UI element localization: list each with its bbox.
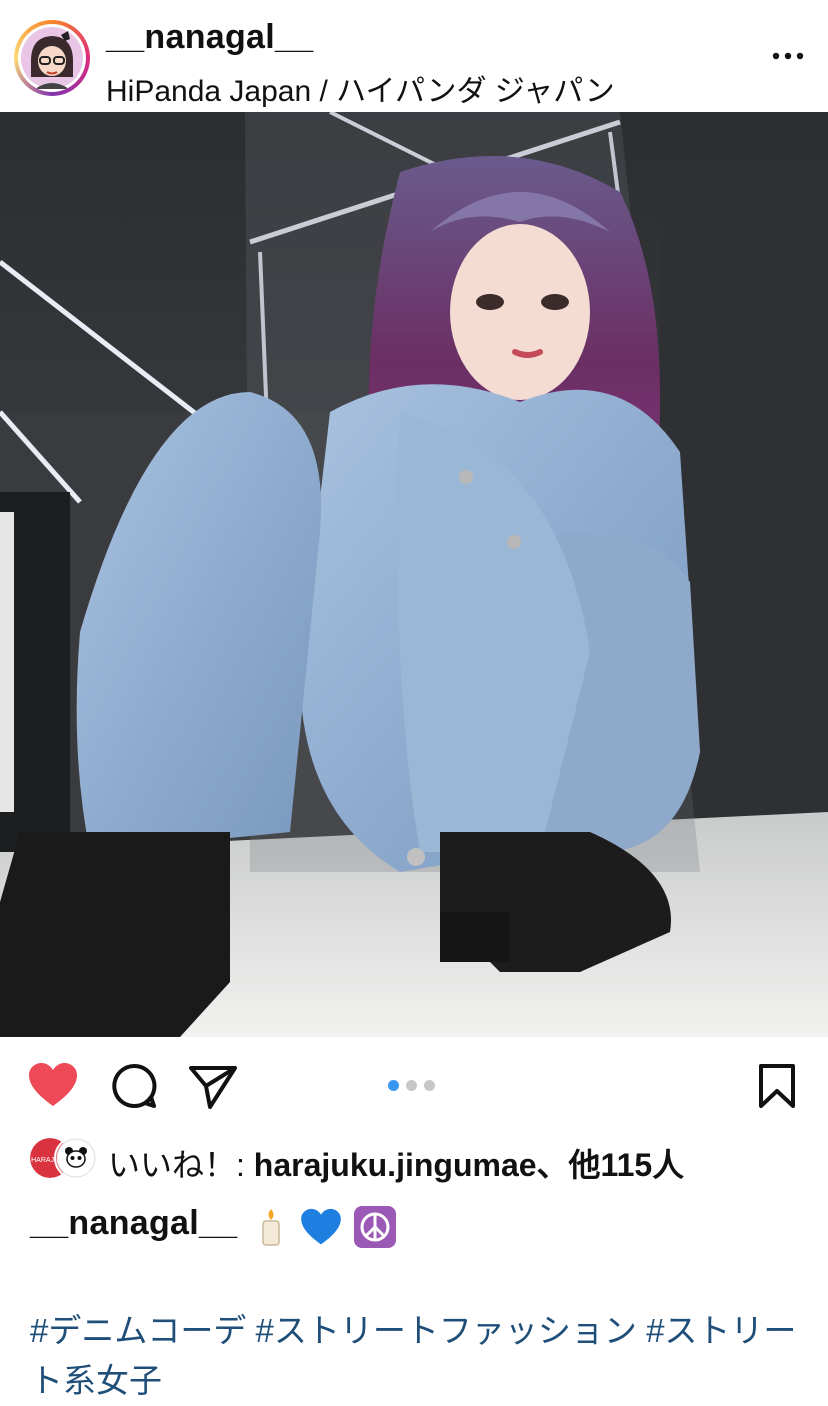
likes-text[interactable]: いいね！: harajuku.jingumae、他115人 — [108, 1140, 684, 1186]
peace-symbol-icon — [353, 1205, 397, 1254]
comment-icon[interactable] — [110, 1062, 158, 1110]
avatar[interactable] — [18, 24, 86, 92]
candle-icon — [254, 1207, 288, 1252]
hashtags: #デニムコーデ #ストリートファッション #ストリート系女子 — [30, 1306, 800, 1406]
hashtag-link[interactable]: #ストリートファッション — [256, 1312, 637, 1349]
caption: __nanagal__ — [30, 1204, 810, 1264]
liker-avatar[interactable] — [54, 1136, 98, 1180]
send-icon[interactable] — [188, 1064, 238, 1110]
avatar-illustration-icon — [21, 27, 83, 89]
post-photo[interactable] — [0, 112, 828, 1037]
liker-username[interactable]: harajuku.jingumae — [254, 1147, 537, 1183]
post-location[interactable]: HiPanda Japan / ハイパンダ ジャパン — [106, 66, 615, 110]
more-horizontal-icon[interactable] — [770, 44, 806, 68]
story-ring[interactable] — [14, 20, 90, 96]
bookmark-icon[interactable] — [758, 1063, 796, 1109]
likes-prefix: いいね！: — [108, 1147, 254, 1183]
likes-row[interactable]: HARAJUKU いいね！: harajuku.jingumae、他115人 — [0, 1136, 828, 1192]
photo-illustration — [0, 112, 828, 1037]
carousel-dot — [424, 1080, 435, 1091]
likes-others-count[interactable]: 、他115人 — [537, 1147, 685, 1183]
caption-username[interactable]: __nanagal__ — [30, 1204, 237, 1242]
post-username[interactable]: __nanagal__ — [106, 18, 313, 57]
blue-heart-icon — [300, 1208, 342, 1251]
carousel-dot-active — [388, 1080, 399, 1091]
carousel-dot — [406, 1080, 417, 1091]
heart-filled-icon[interactable] — [28, 1062, 78, 1108]
post-header: __nanagal__ HiPanda Japan / ハイパンダ ジャパン — [0, 0, 828, 112]
hashtag-link[interactable]: #デニムコーデ — [30, 1312, 246, 1349]
post-actions-bar — [0, 1037, 828, 1137]
